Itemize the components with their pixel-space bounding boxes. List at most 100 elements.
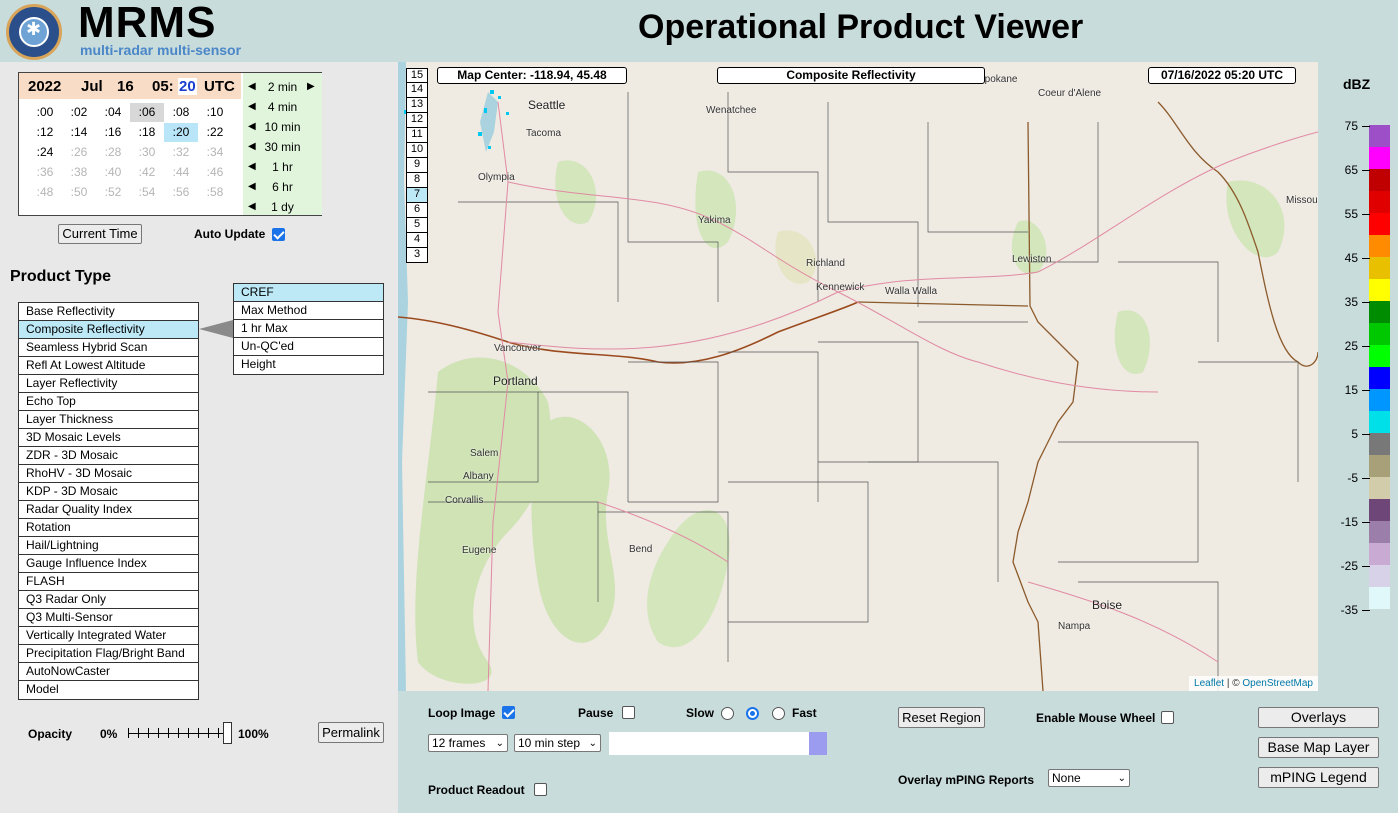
product-item[interactable]: Q3 Radar Only	[19, 591, 198, 609]
mouse-wheel-checkbox[interactable]	[1161, 711, 1174, 724]
minute-option: :44	[172, 165, 190, 179]
product-item[interactable]: Layer Reflectivity	[19, 375, 198, 393]
minute-option[interactable]: :16	[96, 123, 130, 142]
step-select[interactable]: 10 min step ⌄	[514, 734, 601, 752]
product-item[interactable]: KDP - 3D Mosaic	[19, 483, 198, 501]
product-item[interactable]: RhoHV - 3D Mosaic	[19, 465, 198, 483]
product-item[interactable]: Echo Top	[19, 393, 198, 411]
minute-option[interactable]: :22	[198, 123, 232, 142]
speed-radio-fast[interactable]	[772, 707, 785, 720]
mping-select[interactable]: None ⌄	[1048, 769, 1130, 787]
minute-option[interactable]: :14	[62, 123, 96, 142]
product-item[interactable]: Gauge Influence Index	[19, 555, 198, 573]
opacity-tick	[188, 728, 189, 738]
frame-button[interactable]: 11	[406, 128, 428, 143]
minute-option: :58	[206, 185, 224, 199]
auto-update-checkbox[interactable]	[272, 228, 285, 241]
product-item[interactable]: Q3 Multi-Sensor	[19, 609, 198, 627]
current-time-button[interactable]: Current Time	[58, 224, 142, 244]
product-item[interactable]: Seamless Hybrid Scan	[19, 339, 198, 357]
minute-option[interactable]: :12	[28, 123, 62, 142]
frame-button[interactable]: 9	[406, 158, 428, 173]
step-forward-icon[interactable]: ▶	[307, 77, 315, 97]
minute-option[interactable]: :20	[164, 123, 198, 142]
minute-option[interactable]: :00	[28, 103, 62, 122]
hour-label[interactable]: 05:	[152, 78, 174, 95]
product-item[interactable]: Model	[19, 681, 198, 699]
product-item[interactable]: Rotation	[19, 519, 198, 537]
minute-option: :46	[206, 165, 224, 179]
month-label[interactable]: Jul	[81, 78, 103, 95]
time-step-row: ◀ 1 hr	[243, 157, 322, 177]
minute-option[interactable]: :06	[130, 103, 164, 122]
product-item[interactable]: 3D Mosaic Levels	[19, 429, 198, 447]
year-label[interactable]: 2022	[28, 78, 61, 95]
permalink-button[interactable]: Permalink	[318, 722, 384, 743]
minute-option[interactable]: :08	[164, 103, 198, 122]
frame-button[interactable]: 14	[406, 83, 428, 98]
pause-checkbox[interactable]	[622, 706, 635, 719]
legend-tick-label: 55	[1332, 207, 1372, 221]
legend-swatch	[1369, 279, 1390, 301]
leaflet-link[interactable]: Leaflet	[1194, 678, 1224, 689]
product-item[interactable]: Composite Reflectivity	[19, 321, 198, 339]
product-subitem[interactable]: Height	[234, 356, 383, 374]
opacity-slider-ticks	[128, 728, 229, 738]
speed-radio-medium[interactable]	[746, 707, 759, 720]
product-item[interactable]: Radar Quality Index	[19, 501, 198, 519]
frame-button[interactable]: 10	[406, 143, 428, 158]
loop-progress-bar[interactable]	[609, 732, 827, 755]
frame-button[interactable]: 13	[406, 98, 428, 113]
frame-button[interactable]: 15	[406, 68, 428, 83]
product-item[interactable]: Refl At Lowest Altitude	[19, 357, 198, 375]
time-step-row: ◀ 6 hr	[243, 177, 322, 197]
frame-button[interactable]: 7	[406, 188, 428, 203]
loop-progress-thumb[interactable]	[809, 732, 827, 755]
reset-region-button[interactable]: Reset Region	[898, 707, 985, 728]
frame-button[interactable]: 5	[406, 218, 428, 233]
minute-option[interactable]: :02	[62, 103, 96, 122]
opacity-tick	[148, 728, 149, 738]
product-item[interactable]: AutoNowCaster	[19, 663, 198, 681]
frame-button[interactable]: 3	[406, 248, 428, 263]
product-item[interactable]: ZDR - 3D Mosaic	[19, 447, 198, 465]
product-item[interactable]: Vertically Integrated Water	[19, 627, 198, 645]
product-item[interactable]: FLASH	[19, 573, 198, 591]
minute-option[interactable]: :04	[96, 103, 130, 122]
product-subitem[interactable]: Max Method	[234, 302, 383, 320]
product-item[interactable]: Precipitation Flag/Bright Band	[19, 645, 198, 663]
auto-update-label: Auto Update	[194, 227, 266, 241]
opacity-slider-thumb[interactable]	[223, 722, 232, 744]
product-item[interactable]: Hail/Lightning	[19, 537, 198, 555]
mping-legend-button[interactable]: mPING Legend	[1258, 767, 1379, 788]
speed-radio-slow[interactable]	[721, 707, 734, 720]
product-item[interactable]: Layer Thickness	[19, 411, 198, 429]
map-view[interactable]: Seattle Tacoma Olympia Wenatchee Yakima …	[398, 62, 1318, 691]
minute-option[interactable]: :18	[130, 123, 164, 142]
loop-image-checkbox[interactable]	[502, 706, 515, 719]
brand-title: MRMS	[78, 0, 217, 47]
frame-button[interactable]: 12	[406, 113, 428, 128]
legend-tick-label: -5	[1332, 471, 1372, 485]
frame-button[interactable]: 8	[406, 173, 428, 188]
frame-button[interactable]: 4	[406, 233, 428, 248]
overlays-button[interactable]: Overlays	[1258, 707, 1379, 728]
city-label: Tacoma	[526, 128, 562, 139]
product-subitem[interactable]: Un-QC'ed	[234, 338, 383, 356]
day-label[interactable]: 16	[117, 78, 134, 95]
pause-label: Pause	[578, 706, 614, 720]
frame-button[interactable]: 6	[406, 203, 428, 218]
product-subitem[interactable]: 1 hr Max	[234, 320, 383, 338]
legend-swatch	[1369, 367, 1390, 389]
frames-select[interactable]: 12 frames ⌄	[428, 734, 508, 752]
opacity-tick	[198, 728, 199, 738]
product-readout-checkbox[interactable]	[534, 783, 547, 796]
osm-link[interactable]: OpenStreetMap	[1242, 678, 1313, 689]
product-item[interactable]: Base Reflectivity	[19, 303, 198, 321]
product-subitem[interactable]: CREF	[234, 284, 383, 302]
product-readout-label: Product Readout	[428, 783, 525, 797]
minute-option[interactable]: :24	[28, 143, 62, 162]
minute-option[interactable]: :10	[198, 103, 232, 122]
base-map-layer-button[interactable]: Base Map Layer	[1258, 737, 1379, 758]
opacity-label: Opacity	[28, 727, 73, 741]
